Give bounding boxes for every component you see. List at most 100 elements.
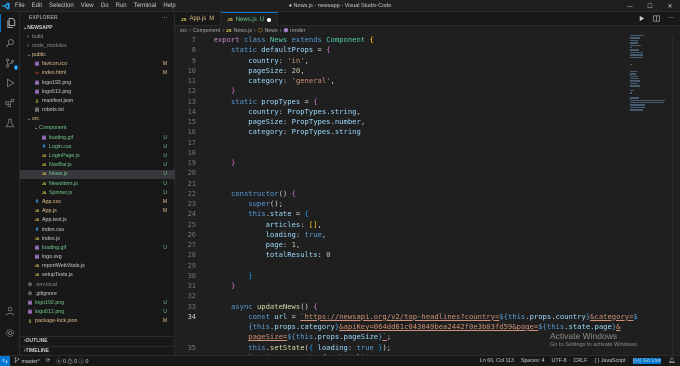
account-icon[interactable]	[0, 302, 20, 320]
tab-app-js[interactable]: JS App.js M	[175, 12, 222, 26]
code-line[interactable]	[205, 138, 630, 148]
more-actions-icon[interactable]: ···	[161, 15, 168, 21]
code-line[interactable]	[205, 291, 630, 301]
tree-file[interactable]: {} manifest.json	[20, 96, 175, 105]
menu-edit[interactable]: Edit	[32, 3, 42, 9]
code-line[interactable]: static propTypes = {	[205, 97, 630, 107]
timeline-section[interactable]: › TIMELINE	[20, 346, 175, 355]
notifications-bell-icon[interactable]: 🔔︎	[668, 358, 675, 364]
sync-icon[interactable]: ⟳	[46, 358, 50, 364]
breadcrumb-file[interactable]: News.js	[234, 28, 253, 34]
manage-gear-icon[interactable]	[0, 324, 20, 342]
tree-file[interactable]: JS News.js U	[20, 169, 175, 179]
code-line[interactable]: pageSize: 20,	[205, 66, 630, 76]
menu-file[interactable]: File	[15, 3, 25, 9]
tree-file[interactable]: JS NavBar.js U	[20, 161, 175, 170]
tree-file[interactable]: ⚙ .env.local	[20, 280, 175, 289]
tree-file[interactable]: ▣ logo192.png U	[20, 298, 175, 307]
breadcrumb-method[interactable]: render	[290, 28, 305, 34]
code-line[interactable]: articles: [],	[205, 220, 630, 230]
code-line[interactable]: category: PropTypes.string	[205, 127, 630, 137]
breadcrumb-class[interactable]: News	[264, 28, 277, 34]
code-line[interactable]: page: 1,	[205, 240, 630, 250]
tree-file[interactable]: ▣ logo192.png	[20, 78, 175, 87]
code-line[interactable]	[205, 179, 630, 189]
tree-file[interactable]: ▣ favicon.ico M	[20, 60, 175, 69]
code-line[interactable]: const url = `https://newsapi.org/v2/top-…	[205, 312, 638, 322]
explorer-icon[interactable]	[0, 14, 20, 32]
tree-file[interactable]: # Login.css U	[20, 142, 175, 151]
tree-file[interactable]: ▣ logo.svg	[20, 253, 175, 262]
menu-selection[interactable]: Selection	[49, 3, 74, 9]
tab-news-js[interactable]: JS News.js U	[221, 12, 279, 26]
tree-file[interactable]: JS NewsItem.js U	[20, 179, 175, 188]
menu-run[interactable]: Run	[116, 3, 127, 9]
tree-file[interactable]: ▣ loading.gif U	[20, 133, 175, 142]
code-lines[interactable]: export class News extends Component { st…	[205, 35, 638, 355]
menu-terminal[interactable]: Terminal	[134, 3, 157, 9]
code-line[interactable]: static defaultProps = {	[205, 45, 630, 55]
tree-file[interactable]: JS LoginPage.js U	[20, 151, 175, 160]
code-line[interactable]: }	[205, 271, 630, 281]
minimap[interactable]	[630, 35, 668, 125]
branch-indicator[interactable]: master*	[14, 357, 40, 365]
tree-file[interactable]: ▣ logo512.png U	[20, 308, 175, 317]
tree-file[interactable]: JS index.js	[20, 234, 175, 243]
code-line[interactable]: export class News extends Component {	[205, 35, 630, 45]
code-line[interactable]: }	[205, 281, 630, 291]
language-mode[interactable]: { } JavaScript	[594, 358, 625, 364]
code-line[interactable]: country: PropTypes.string,	[205, 107, 630, 117]
code-line[interactable]: async updateNews() {	[205, 302, 630, 312]
tree-folder[interactable]: ›▸node_modules	[20, 41, 175, 50]
indentation[interactable]: Spaces: 4	[521, 358, 545, 364]
code-line[interactable]	[205, 148, 630, 158]
tree-file[interactable]: JS setupTests.js	[20, 271, 175, 280]
code-line[interactable]: constructor() {	[205, 189, 630, 199]
problems-indicator[interactable]: ⓧ 0 ⚠ 0 ⓘ 0	[56, 357, 88, 365]
code-line[interactable]	[205, 168, 630, 178]
cursor-position[interactable]: Ln 66, Col 113	[480, 358, 514, 364]
testing-icon[interactable]	[0, 114, 20, 132]
run-code-icon[interactable]	[638, 15, 645, 24]
end-of-line[interactable]: CRLF	[574, 358, 588, 364]
code-line[interactable]: }	[205, 158, 630, 168]
tree-file[interactable]: JS App.js M	[20, 207, 175, 216]
minimize-icon[interactable]: —	[620, 0, 640, 12]
go-live-button[interactable]: ((•)) Go Live	[632, 358, 662, 364]
split-editor-icon[interactable]	[653, 15, 660, 24]
close-icon[interactable]: ✕	[660, 0, 680, 12]
tree-file[interactable]: ⚙ .gitignore	[20, 289, 175, 298]
code-line[interactable]: }	[205, 86, 630, 96]
tree-file[interactable]: # index.css	[20, 225, 175, 234]
tree-file[interactable]: ▤ robots.txt	[20, 106, 175, 115]
menu-go[interactable]: Go	[101, 3, 109, 9]
code-line[interactable]: country: 'in',	[205, 56, 630, 66]
run-debug-icon[interactable]	[0, 74, 20, 92]
code-line[interactable]: category: 'general',	[205, 76, 630, 86]
source-control-icon[interactable]: 9	[0, 54, 20, 72]
remote-indicator-icon[interactable]	[0, 355, 10, 366]
tree-file[interactable]: {} package-lock.json M	[20, 317, 175, 326]
code-line[interactable]: super();	[205, 199, 630, 209]
search-icon[interactable]	[0, 34, 20, 52]
extensions-icon[interactable]	[0, 94, 20, 112]
tree-file[interactable]: <> index.html M	[20, 69, 175, 78]
more-actions-icon[interactable]: ···	[668, 15, 674, 24]
code-line[interactable]: this.state = {	[205, 209, 630, 219]
maximize-icon[interactable]: ☐	[640, 0, 660, 12]
breadcrumb-src[interactable]: src	[180, 28, 187, 34]
menu-help[interactable]: Help	[163, 3, 175, 9]
tree-folder[interactable]: ⌄▸src	[20, 115, 175, 124]
tree-file[interactable]: JS Spinner.js U	[20, 188, 175, 197]
unsaved-dot-icon[interactable]	[267, 17, 272, 22]
tree-folder[interactable]: ›▸build	[20, 32, 175, 41]
editor-scrollbar[interactable]	[672, 35, 680, 355]
tree-file[interactable]: JS reportWebVitals.js	[20, 262, 175, 271]
tree-file[interactable]: ▣ logo512.png	[20, 87, 175, 96]
outline-section[interactable]: › OUTLINE	[20, 336, 175, 345]
encoding[interactable]: UTF-8	[552, 358, 567, 364]
tree-file[interactable]: JS App.test.js	[20, 216, 175, 225]
tree-file[interactable]: # App.css M	[20, 197, 175, 206]
tree-folder[interactable]: ⌄▸public	[20, 50, 175, 59]
menu-view[interactable]: View	[81, 3, 94, 9]
